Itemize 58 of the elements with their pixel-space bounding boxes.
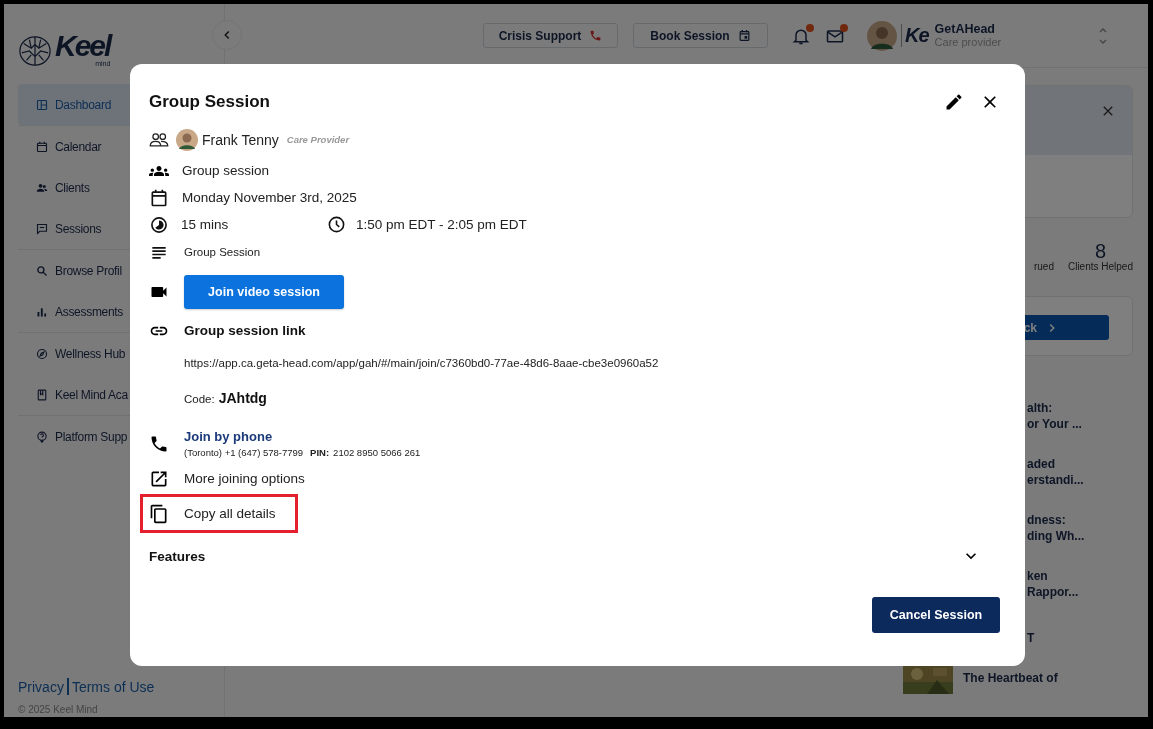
partner-logo: Ke bbox=[901, 24, 929, 47]
session-code: JAhtdg bbox=[218, 389, 267, 406]
session-type: Group session bbox=[182, 163, 271, 178]
session-date: Monday November 3rd, 2025 bbox=[182, 190, 358, 205]
phone-number: (Toronto) +1 (647) 578-7799 bbox=[184, 447, 304, 458]
host-name: Frank Tenny bbox=[202, 131, 279, 148]
copy-icon bbox=[149, 503, 169, 524]
article-title[interactable]: The Heartbeat of bbox=[963, 670, 1058, 702]
edit-icon[interactable] bbox=[944, 92, 964, 112]
stat-label: rued bbox=[1033, 261, 1054, 272]
avatar-icon[interactable] bbox=[867, 20, 897, 51]
calendar-icon bbox=[36, 140, 48, 153]
option-link[interactable]: More joining options bbox=[184, 471, 1000, 486]
session-duration: 15 mins bbox=[181, 217, 230, 232]
user-name: GetAHead bbox=[934, 22, 996, 36]
join-video-button[interactable]: Join video session bbox=[184, 275, 344, 309]
brand-wordmark: Keel bbox=[55, 32, 111, 60]
book-icon bbox=[36, 388, 48, 401]
host-role: Care Provider bbox=[286, 134, 350, 145]
people-icon bbox=[36, 181, 48, 194]
bar-chart-icon bbox=[36, 305, 48, 318]
notifications-icon[interactable] bbox=[791, 25, 811, 46]
article-title[interactable]: aded erstandi... bbox=[1027, 456, 1084, 488]
calendar-icon bbox=[149, 187, 169, 208]
clock-icon bbox=[327, 215, 346, 234]
book-session-button[interactable]: Book Session bbox=[633, 23, 768, 48]
pin-number: 2102 8950 5066 261 bbox=[333, 447, 421, 458]
article-title[interactable]: ken Rappor... bbox=[1027, 568, 1079, 600]
avatar-icon bbox=[176, 128, 198, 151]
session-link-url[interactable]: https://app.ca.geta-head.com/app/gah/#/main/join/c7360bd0-77ae-48d6-8aae-cbe3e0960a52 bbox=[184, 356, 1000, 369]
stat-value: 8 bbox=[1094, 241, 1107, 261]
cancel-session-button[interactable]: Cancel Session bbox=[872, 597, 1000, 633]
features-toggle[interactable]: Features bbox=[149, 542, 1000, 570]
code-label: Code: bbox=[184, 392, 215, 405]
join-by-phone-link[interactable]: Join by phone bbox=[184, 429, 1000, 444]
terms-link[interactable]: Terms of Use bbox=[71, 678, 155, 695]
timer-icon bbox=[149, 214, 169, 235]
session-description: Group Session bbox=[184, 245, 262, 258]
dashboard-icon bbox=[36, 98, 48, 111]
search-icon bbox=[36, 264, 48, 277]
crisis-support-button[interactable]: Crisis Support bbox=[483, 23, 618, 48]
chat-icon bbox=[36, 222, 48, 235]
article-title[interactable]: T bbox=[1027, 630, 1035, 646]
link-heading: Group session link bbox=[184, 323, 307, 338]
article-title[interactable]: alth: or Your ... bbox=[1027, 400, 1082, 432]
messages-icon[interactable] bbox=[825, 25, 845, 46]
option-link[interactable]: Copy all details bbox=[184, 506, 295, 521]
stat-label: Clients Helped bbox=[1067, 261, 1133, 272]
phone-icon bbox=[149, 434, 169, 454]
session-time: 1:50 pm EDT - 2:05 pm EDT bbox=[356, 217, 527, 232]
pin-label: PIN: bbox=[310, 447, 330, 458]
calendar-icon bbox=[737, 29, 751, 42]
article-title[interactable]: dness: ding Wh... bbox=[1027, 512, 1085, 544]
privacy-link[interactable]: Privacy bbox=[18, 678, 64, 695]
phone-icon bbox=[589, 29, 603, 42]
compass-icon bbox=[36, 347, 48, 360]
help-icon bbox=[36, 430, 48, 443]
brain-logo-icon bbox=[18, 34, 52, 68]
